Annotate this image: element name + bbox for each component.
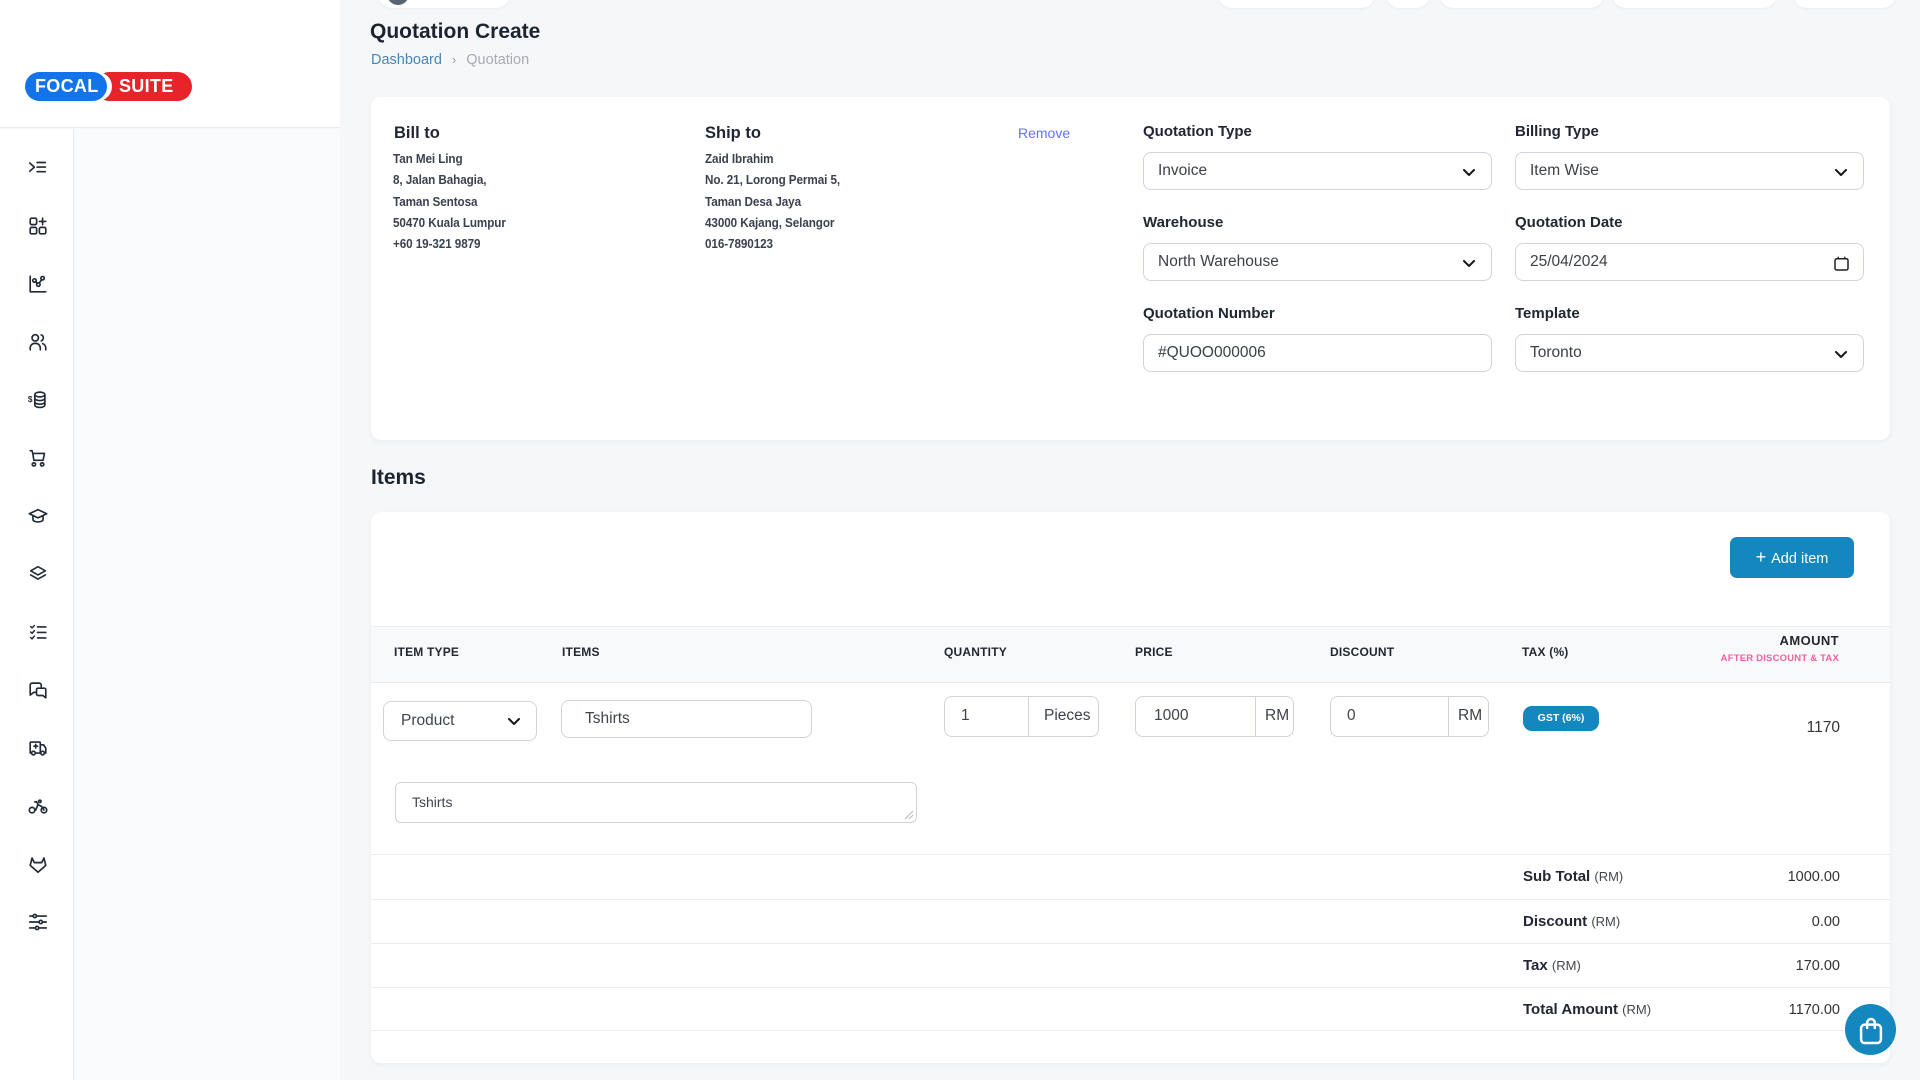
svg-text:$: $ <box>28 395 33 404</box>
